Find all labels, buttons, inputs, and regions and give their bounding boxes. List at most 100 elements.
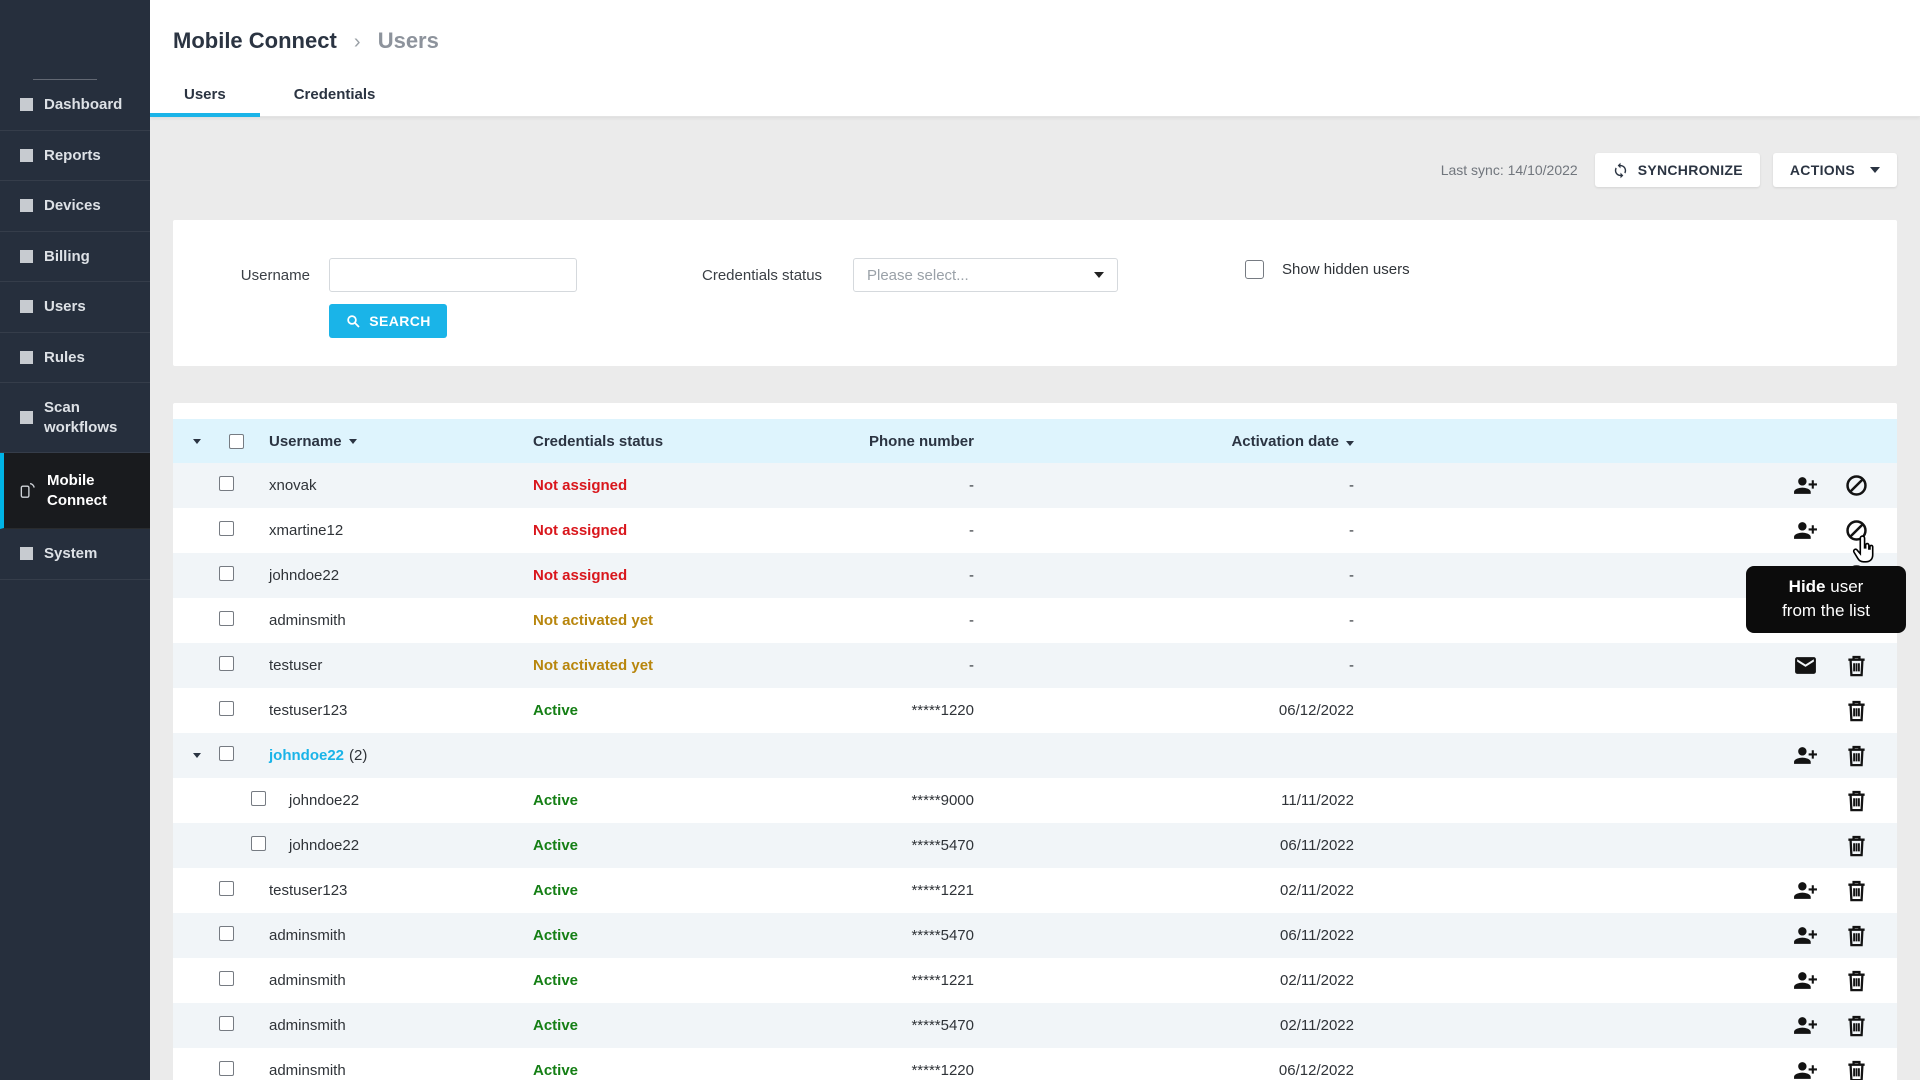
row-actions <box>1737 968 1869 993</box>
table-row: johndoe22Active*****900011/11/2022 <box>173 778 1897 823</box>
phone-cell: - <box>853 522 978 539</box>
synchronize-button[interactable]: SYNCHRONIZE <box>1595 153 1760 187</box>
credentials-status-cell: Active <box>533 792 853 809</box>
sidebar-item-devices[interactable]: Devices <box>0 181 150 232</box>
hide-user-icon[interactable] <box>1844 473 1869 498</box>
sidebar-item-scan-workflows[interactable]: Scan workflows <box>0 383 150 453</box>
sidebar-item-mobile-connect[interactable]: Mobile Connect <box>0 453 150 529</box>
actions-button[interactable]: ACTIONS <box>1773 153 1897 187</box>
delete-icon[interactable] <box>1844 1013 1869 1038</box>
expand-all-caret-icon[interactable] <box>193 439 201 444</box>
row-actions <box>1737 1058 1869 1080</box>
table-row: testuser123Active*****122102/11/2022 <box>173 868 1897 913</box>
sidebar-item-rules[interactable]: Rules <box>0 333 150 384</box>
row-actions <box>1737 473 1869 498</box>
username-cell: testuser123 <box>253 702 533 719</box>
sidebar-item-users[interactable]: Users <box>0 282 150 333</box>
row-checkbox[interactable] <box>219 971 234 986</box>
credentials-status-cell: Active <box>533 972 853 989</box>
row-checkbox[interactable] <box>219 746 234 761</box>
actions-label: ACTIONS <box>1790 162 1855 178</box>
table-row: xmartine12Not assigned-- <box>173 508 1897 553</box>
column-header-username[interactable]: Username <box>253 433 533 450</box>
delete-icon[interactable] <box>1844 968 1869 993</box>
select-all-checkbox[interactable] <box>229 434 244 449</box>
row-actions <box>1737 923 1869 948</box>
add-user-icon[interactable] <box>1793 743 1818 768</box>
table-row: adminsmithNot activated yet-- <box>173 598 1897 643</box>
phone-cell: - <box>853 477 978 494</box>
add-user-icon[interactable] <box>1793 968 1818 993</box>
show-hidden-users-checkbox[interactable] <box>1245 260 1264 279</box>
row-checkbox[interactable] <box>219 566 234 581</box>
sort-caret-icon <box>349 439 357 444</box>
add-user-icon[interactable] <box>1793 518 1818 543</box>
collapse-group-caret-icon[interactable] <box>193 753 201 758</box>
sort-caret-icon <box>1346 441 1354 446</box>
phone-cell: - <box>853 567 978 584</box>
row-checkbox[interactable] <box>219 521 234 536</box>
add-user-icon[interactable] <box>1793 878 1818 903</box>
tab-bar: UsersCredentials <box>150 73 1920 117</box>
username-cell: testuser123 <box>253 882 533 899</box>
table-row: johndoe22Active*****547006/11/2022 <box>173 823 1897 868</box>
row-checkbox[interactable] <box>219 701 234 716</box>
sidebar-item-label: Dashboard <box>44 95 122 115</box>
activation-date-cell: - <box>978 522 1358 539</box>
chevron-down-icon <box>1094 272 1104 278</box>
delete-icon[interactable] <box>1844 653 1869 678</box>
credentials-status-select[interactable]: Please select... <box>853 258 1118 292</box>
credentials-status-value: Please select... <box>867 267 969 284</box>
sidebar-item-reports[interactable]: Reports <box>0 131 150 182</box>
sidebar-item-label: System <box>44 544 97 564</box>
delete-icon[interactable] <box>1844 788 1869 813</box>
row-checkbox[interactable] <box>219 926 234 941</box>
phone-cell: *****5470 <box>853 927 978 944</box>
column-header-phone[interactable]: Phone number <box>853 433 978 450</box>
sidebar-item-system[interactable]: System <box>0 529 150 580</box>
username-cell[interactable]: johndoe22(2) <box>253 747 533 764</box>
breadcrumb-section[interactable]: Mobile Connect <box>173 28 337 53</box>
row-checkbox[interactable] <box>219 476 234 491</box>
sidebar-item-label: Scan workflows <box>44 398 140 437</box>
sidebar-logo-area <box>0 0 150 80</box>
column-header-credentials-status[interactable]: Credentials status <box>533 433 853 450</box>
delete-icon[interactable] <box>1844 878 1869 903</box>
send-email-icon[interactable] <box>1793 653 1818 678</box>
delete-icon[interactable] <box>1844 698 1869 723</box>
activation-date-cell: 06/11/2022 <box>978 927 1358 944</box>
row-actions <box>1737 698 1869 723</box>
refresh-icon <box>1612 162 1629 179</box>
breadcrumb-separator-icon: › <box>354 31 361 53</box>
tab-users[interactable]: Users <box>150 73 260 116</box>
tab-credentials[interactable]: Credentials <box>260 73 410 116</box>
add-user-icon[interactable] <box>1793 923 1818 948</box>
delete-icon[interactable] <box>1844 1058 1869 1080</box>
credentials-status-cell: Not assigned <box>533 522 853 539</box>
row-checkbox[interactable] <box>219 611 234 626</box>
chevron-down-icon <box>1870 167 1880 173</box>
username-cell: xnovak <box>253 477 533 494</box>
delete-icon[interactable] <box>1844 833 1869 858</box>
delete-icon[interactable] <box>1844 743 1869 768</box>
sidebar-item-dashboard[interactable]: Dashboard <box>0 80 150 131</box>
menu-square-icon <box>20 149 33 162</box>
credentials-status-cell: Not activated yet <box>533 612 853 629</box>
hide-user-tooltip: Hide user from the list <box>1746 566 1906 633</box>
row-checkbox[interactable] <box>219 881 234 896</box>
sidebar-item-billing[interactable]: Billing <box>0 232 150 283</box>
username-cell: testuser <box>253 657 533 674</box>
add-user-icon[interactable] <box>1793 473 1818 498</box>
phone-cell: *****9000 <box>853 792 978 809</box>
search-button[interactable]: SEARCH <box>329 304 447 338</box>
add-user-icon[interactable] <box>1793 1058 1818 1080</box>
column-header-activation-date[interactable]: Activation date <box>978 433 1358 450</box>
menu-square-icon <box>20 411 33 424</box>
username-input[interactable] <box>329 258 577 292</box>
row-checkbox[interactable] <box>219 656 234 671</box>
sidebar: Dashboard ReportsDevicesBillingUsersRules… <box>0 0 150 1080</box>
add-user-icon[interactable] <box>1793 1013 1818 1038</box>
delete-icon[interactable] <box>1844 923 1869 948</box>
row-checkbox[interactable] <box>219 1061 234 1076</box>
row-checkbox[interactable] <box>219 1016 234 1031</box>
